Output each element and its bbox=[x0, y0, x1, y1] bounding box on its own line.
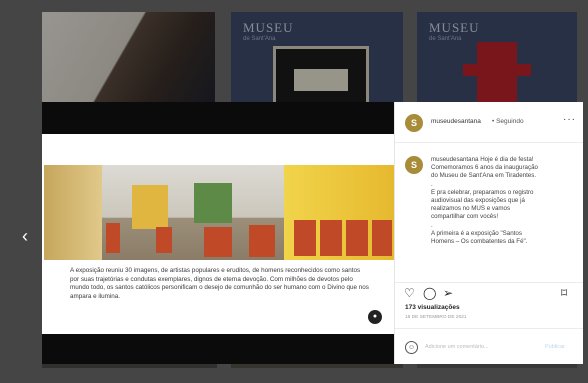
comment-icon[interactable]: ◯ bbox=[423, 286, 436, 300]
post-modal: A exposição reuniu 30 imagens, de artist… bbox=[42, 102, 583, 364]
views-count[interactable]: 173 visualizações bbox=[405, 304, 460, 311]
post-media[interactable]: A exposição reuniu 30 imagens, de artist… bbox=[42, 102, 394, 364]
chevron-left-icon[interactable]: ‹ bbox=[22, 226, 28, 247]
bookmark-icon[interactable]: ⌑ bbox=[561, 286, 567, 300]
caption-line: E pra celebrar, preparamos o registro bbox=[431, 188, 534, 196]
avatar[interactable]: S bbox=[405, 156, 423, 174]
comment-input[interactable]: Adicione um comentário... bbox=[425, 344, 489, 350]
caption-text: museudesantana Hoje é dia de festa! Come… bbox=[431, 156, 575, 246]
media-letterbox-top bbox=[42, 102, 394, 134]
caption-line: Comemoramos 6 anos da inauguração bbox=[431, 164, 538, 172]
caption-line: compartilhar com vocês! bbox=[431, 213, 499, 221]
media-letterbox-bottom bbox=[42, 334, 394, 364]
emoji-icon[interactable]: ☺ bbox=[405, 341, 418, 354]
caption-line: realizamos no MUS e vamos bbox=[431, 205, 511, 213]
more-dots-icon[interactable]: ● bbox=[368, 310, 382, 324]
caption-line: Homens – Os combatentes da Fé". bbox=[431, 238, 528, 246]
post-date: 16 DE SETEMBRO DE 2021 bbox=[405, 315, 467, 320]
heart-icon[interactable]: ♡ bbox=[404, 286, 415, 300]
caption-line: museudesantana Hoje é dia de festa! bbox=[431, 156, 534, 163]
caption-line: . bbox=[431, 180, 433, 188]
publish-button[interactable]: Publicar bbox=[545, 344, 565, 350]
media-caption: A exposição reuniu 30 imagens, de artist… bbox=[70, 267, 369, 300]
following-button[interactable]: • Seguindo bbox=[492, 118, 524, 125]
caption-line: do Museu de Sant'Ana em Tiradentes. bbox=[431, 172, 537, 180]
post-actions: ♡ ◯ ➢ ⌑ 173 visualizações 16 DE SETEMBRO… bbox=[395, 282, 583, 323]
more-options-icon[interactable]: ··· bbox=[563, 114, 576, 125]
caption-line: . bbox=[431, 221, 433, 229]
add-comment-bar: ☺ Adicione um comentário... Publicar bbox=[395, 328, 583, 365]
avatar[interactable]: S bbox=[405, 114, 423, 132]
username-link[interactable]: museudesantana bbox=[431, 118, 481, 125]
post-sidebar: S museudesantana • Seguindo ··· S museud… bbox=[394, 102, 583, 364]
share-icon[interactable]: ➢ bbox=[443, 286, 453, 300]
caption-line: A primeira é a exposição "Santos bbox=[431, 229, 522, 237]
separator-dot: • bbox=[492, 118, 495, 125]
post-header: S museudesantana • Seguindo ··· bbox=[395, 102, 583, 143]
following-label: Seguindo bbox=[496, 118, 524, 125]
caption-line: audiovisual das exposições que já bbox=[431, 197, 525, 205]
exhibition-photo bbox=[44, 165, 394, 260]
